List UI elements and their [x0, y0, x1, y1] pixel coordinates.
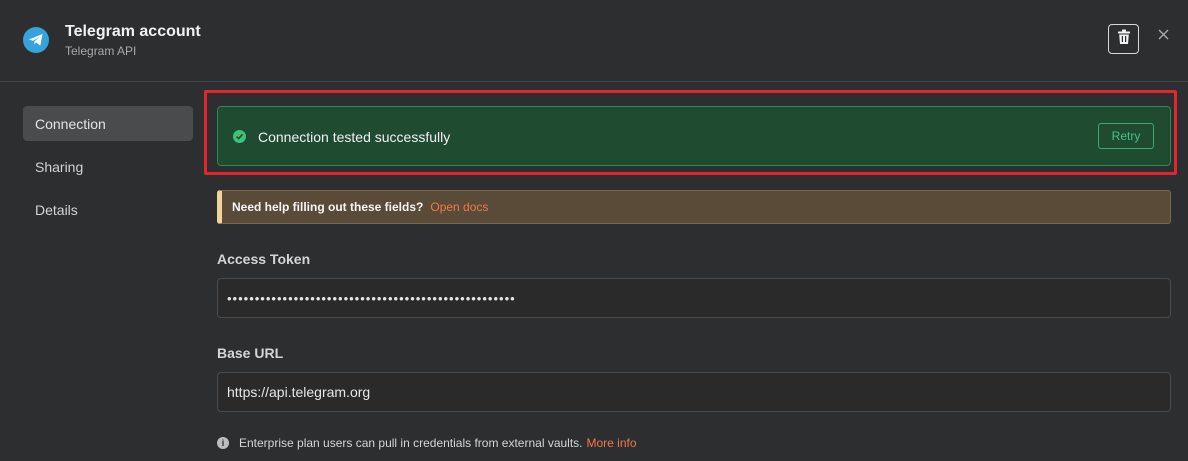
modal-header: Telegram account Telegram API	[0, 0, 1188, 82]
status-message: Connection tested successfully	[258, 129, 451, 145]
trash-icon	[1117, 29, 1131, 50]
retry-button[interactable]: Retry	[1098, 123, 1154, 149]
sidebar-item-label: Details	[35, 201, 78, 218]
connection-status-banner: Connection tested successfully Retry	[217, 106, 1171, 166]
help-banner: Need help filling out these fields? Open…	[217, 190, 1171, 224]
check-circle-icon	[233, 130, 246, 143]
access-token-value: ••••••••••••••••••••••••••••••••••••••••…	[227, 290, 516, 306]
access-token-label: Access Token	[217, 251, 311, 267]
close-icon	[1158, 27, 1169, 45]
delete-credential-button[interactable]	[1108, 24, 1139, 54]
modal-subtitle: Telegram API	[65, 44, 137, 58]
open-docs-link[interactable]: Open docs	[430, 200, 488, 214]
more-info-link[interactable]: More info	[587, 436, 637, 450]
sidebar-item-connection[interactable]: Connection	[23, 106, 193, 141]
modal-title: Telegram account	[65, 23, 201, 40]
vault-info-text: Enterprise plan users can pull in creden…	[239, 436, 583, 450]
base-url-value: https://api.telegram.org	[227, 384, 371, 400]
telegram-icon	[23, 27, 49, 53]
base-url-label: Base URL	[217, 345, 284, 361]
help-text: Need help filling out these fields?	[232, 200, 424, 214]
credential-modal: Telegram account Telegram API Connection…	[0, 0, 1188, 461]
vault-info: i Enterprise plan users can pull in cred…	[217, 435, 637, 451]
sidebar-item-label: Sharing	[35, 158, 84, 175]
close-button[interactable]	[1155, 28, 1171, 44]
base-url-input[interactable]: https://api.telegram.org	[217, 372, 1171, 412]
sidebar-item-details[interactable]: Details	[23, 192, 193, 227]
sidebar-item-label: Connection	[35, 115, 106, 132]
access-token-input[interactable]: ••••••••••••••••••••••••••••••••••••••••…	[217, 278, 1171, 318]
sidebar-item-sharing[interactable]: Sharing	[23, 149, 193, 184]
info-icon: i	[217, 437, 229, 449]
